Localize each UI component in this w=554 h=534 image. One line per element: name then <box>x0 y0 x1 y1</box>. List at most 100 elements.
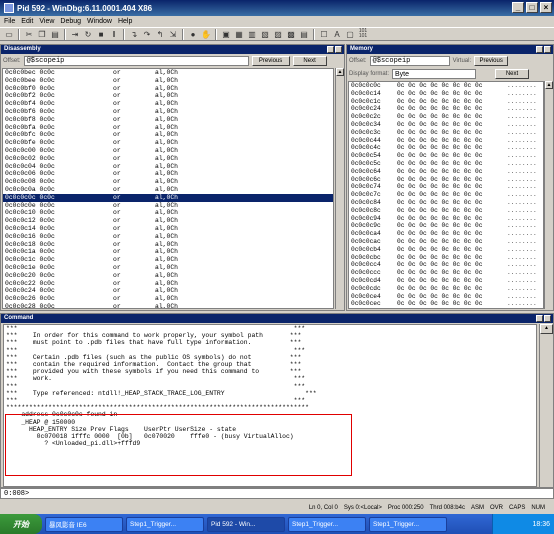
taskbar-item[interactable]: 暴风影音 IE6 <box>45 516 123 532</box>
menu-view[interactable]: View <box>39 18 54 25</box>
disassembly-row[interactable]: 0c0c0c22 0c0c or al,0Ch <box>3 280 333 288</box>
disassembly-row[interactable]: 0c0c0bf2 0c0c or al,0Ch <box>3 92 333 100</box>
disassembly-list[interactable]: 0c0c0bec 0c0c or al,0Ch 0c0c0bee 0c0c or al,0… <box>2 68 334 309</box>
restart-icon[interactable]: ↻ <box>82 29 94 40</box>
memory-row[interactable]: 0c0c0c54 0c 0c 0c 0c 0c 0c 0c 0c........ <box>349 152 543 160</box>
disassembly-row[interactable]: 0c0c0c18 0c0c or al,0Ch <box>3 241 333 249</box>
disassembly-row[interactable]: 0c0c0bf8 0c0c or al,0Ch <box>3 116 333 124</box>
copy-icon[interactable]: ❐ <box>36 29 48 40</box>
pane-close-button[interactable] <box>335 46 342 53</box>
disassembly-row[interactable]: 0c0c0c24 0c0c or al,0Ch <box>3 287 333 295</box>
disassembly-row[interactable]: 0c0c0c20 0c0c or al,0Ch <box>3 272 333 280</box>
disassembly-icon[interactable]: ▩ <box>285 29 297 40</box>
hand-icon[interactable]: ✋ <box>200 29 212 40</box>
memory-row[interactable]: 0c0c0cec 0c 0c 0c 0c 0c 0c 0c 0c........ <box>349 300 543 308</box>
disassembly-row[interactable]: 0c0c0c00 0c0c or al,0Ch <box>3 147 333 155</box>
disassembly-row[interactable]: 0c0c0c14 0c0c or al,0Ch <box>3 225 333 233</box>
command-scrollbar[interactable]: ▲ <box>539 324 553 487</box>
scroll-up-arrow-icon[interactable]: ▲ <box>540 324 553 334</box>
disassembly-row[interactable]: 0c0c0bf0 0c0c or al,0Ch <box>3 85 333 93</box>
disassembly-row[interactable]: 0c0c0c0a 0c0c or al,0Ch <box>3 186 333 194</box>
disassembly-row[interactable]: 0c0c0bfc 0c0c or al,0Ch <box>3 131 333 139</box>
disassembly-row[interactable]: 0c0c0bf6 0c0c or al,0Ch <box>3 108 333 116</box>
disassembly-row[interactable]: 0c0c0bee 0c0c or al,0Ch <box>3 77 333 85</box>
menu-debug[interactable]: Debug <box>60 18 81 25</box>
memory-row[interactable]: 0c0c0c24 0c 0c 0c 0c 0c 0c 0c 0c........ <box>349 105 543 113</box>
taskbar-item[interactable]: Step1_Trigger... <box>288 516 366 532</box>
memory-row[interactable]: 0c0c0c34 0c 0c 0c 0c 0c 0c 0c 0c........ <box>349 121 543 129</box>
scroll-up-arrow-icon[interactable]: ▲ <box>336 68 344 76</box>
memory-row[interactable]: 0c0c0cb4 0c 0c 0c 0c 0c 0c 0c 0c........ <box>349 246 543 254</box>
break-icon[interactable]: ‖ <box>108 29 120 40</box>
memory-row[interactable]: 0c0c0ccc 0c 0c 0c 0c 0c 0c 0c 0c........ <box>349 269 543 277</box>
step-out-icon[interactable]: ↰ <box>154 29 166 40</box>
disassembly-row[interactable]: 0c0c0c28 0c0c or al,0Ch <box>3 303 333 308</box>
next-button[interactable]: Next <box>292 55 327 66</box>
disassembly-offset-input[interactable]: @$scopeip <box>23 55 249 66</box>
pane-restore-button[interactable] <box>327 46 334 53</box>
disassembly-row-current[interactable]: 0c0c0c0c 0c0c or al,0Ch <box>3 193 333 202</box>
disassembly-row[interactable]: 0c0c0c02 0c0c or al,0Ch <box>3 155 333 163</box>
memory-row[interactable]: 0c0c0ca4 0c 0c 0c 0c 0c 0c 0c 0c........ <box>349 230 543 238</box>
disassembly-row[interactable]: 0c0c0c16 0c0c or al,0Ch <box>3 233 333 241</box>
disassembly-row[interactable]: 0c0c0c26 0c0c or al,0Ch <box>3 295 333 303</box>
memory-row[interactable]: 0c0c0c14 0c 0c 0c 0c 0c 0c 0c 0c........ <box>349 90 543 98</box>
disassembly-row[interactable]: 0c0c0c04 0c0c or al,0Ch <box>3 163 333 171</box>
breakpoint-icon[interactable]: ● <box>187 29 199 40</box>
disassembly-row[interactable]: 0c0c0c1a 0c0c or al,0Ch <box>3 248 333 256</box>
disassembly-row[interactable]: 0c0c0c12 0c0c or al,0Ch <box>3 217 333 225</box>
memory-row[interactable]: 0c0c0c0c 0c 0c 0c 0c 0c 0c 0c 0c........ <box>349 82 543 90</box>
memory-row[interactable]: 0c0c0c84 0c 0c 0c 0c 0c 0c 0c 0c........ <box>349 199 543 207</box>
memory-row[interactable]: 0c0c0c2c 0c 0c 0c 0c 0c 0c 0c 0c........ <box>349 113 543 121</box>
memory-row[interactable]: 0c0c0c74 0c 0c 0c 0c 0c 0c 0c 0c........ <box>349 183 543 191</box>
scratch-icon[interactable]: ▤ <box>298 29 310 40</box>
memory-scrollbar[interactable]: ▲ <box>544 81 553 309</box>
memory-row[interactable]: 0c0c0c7c 0c 0c 0c 0c 0c 0c 0c 0c........ <box>349 191 543 199</box>
memory-row[interactable]: 0c0c0c9c 0c 0c 0c 0c 0c 0c 0c 0c........ <box>349 222 543 230</box>
menu-edit[interactable]: Edit <box>21 18 33 25</box>
memory-row[interactable]: 0c0c0cf40c 0c 0c 0c 0c 0c 0c 0c........ <box>349 308 543 309</box>
registers-icon[interactable]: ▥ <box>246 29 258 40</box>
minimize-button[interactable]: _ <box>512 2 524 13</box>
memory-row[interactable]: 0c0c0c4c 0c 0c 0c 0c 0c 0c 0c 0c........ <box>349 144 543 152</box>
go-icon[interactable]: ⇥ <box>69 29 81 40</box>
memory-list[interactable]: 0c0c0c0c 0c 0c 0c 0c 0c 0c 0c 0c........ 0… <box>348 81 544 309</box>
memory-row[interactable]: 0c0c0cbc 0c 0c 0c 0c 0c 0c 0c 0c........ <box>349 254 543 262</box>
disassembly-row[interactable]: 0c0c0bf4 0c0c or al,0Ch <box>3 100 333 108</box>
disassembly-row[interactable]: 0c0c0c06 0c0c or al,0Ch <box>3 170 333 178</box>
disassembly-row[interactable]: 0c0c0c1e 0c0c or al,0Ch <box>3 264 333 272</box>
disassembly-row[interactable]: 0c0c0bfa 0c0c or al,0Ch <box>3 124 333 132</box>
start-button[interactable]: 开始 <box>0 514 42 534</box>
memory-row[interactable]: 0c0c0c8c 0c 0c 0c 0c 0c 0c 0c 0c........ <box>349 207 543 215</box>
memory-row[interactable]: 0c0c0c94 0c 0c 0c 0c 0c 0c 0c 0c........ <box>349 215 543 223</box>
disassembly-row[interactable]: 0c0c0bfe 0c0c or al,0Ch <box>3 139 333 147</box>
pane-close-button[interactable] <box>544 315 551 322</box>
options-icon[interactable]: ▢ <box>344 29 356 40</box>
close-button[interactable]: × <box>540 2 552 13</box>
display-format-select[interactable]: Byte <box>392 68 477 79</box>
step-into-icon[interactable]: ↴ <box>128 29 140 40</box>
hex-icon[interactable]: 101 101 <box>357 28 369 40</box>
memory-row[interactable]: 0c0c0c6c 0c 0c 0c 0c 0c 0c 0c 0c........ <box>349 176 543 184</box>
watch-icon[interactable]: ▣ <box>220 29 232 40</box>
taskbar-item[interactable]: Step1_Trigger... <box>126 516 204 532</box>
paste-icon[interactable]: ▤ <box>49 29 61 40</box>
callstack-icon[interactable]: ▨ <box>272 29 284 40</box>
memory-row[interactable]: 0c0c0c64 0c 0c 0c 0c 0c 0c 0c 0c........ <box>349 168 543 176</box>
font-icon[interactable]: A <box>331 29 343 40</box>
memory-row[interactable]: 0c0c0c3c 0c 0c 0c 0c 0c 0c 0c 0c........ <box>349 129 543 137</box>
memory-row[interactable]: 0c0c0cdc 0c 0c 0c 0c 0c 0c 0c 0c........ <box>349 285 543 293</box>
disassembly-row[interactable]: 0c0c0bec 0c0c or al,0Ch <box>3 69 333 77</box>
disassembly-row[interactable]: 0c0c0c1c 0c0c or al,0Ch <box>3 256 333 264</box>
memory-row[interactable]: 0c0c0c44 0c 0c 0c 0c 0c 0c 0c 0c........ <box>349 137 543 145</box>
memory-icon[interactable]: ▧ <box>259 29 271 40</box>
pane-close-button[interactable] <box>544 46 551 53</box>
memory-row[interactable]: 0c0c0c5c 0c 0c 0c 0c 0c 0c 0c 0c........ <box>349 160 543 168</box>
stop-icon[interactable]: ■ <box>95 29 107 40</box>
run-to-cursor-icon[interactable]: ⇲ <box>167 29 179 40</box>
step-over-icon[interactable]: ↷ <box>141 29 153 40</box>
memory-row[interactable]: 0c0c0c1c 0c 0c 0c 0c 0c 0c 0c 0c........ <box>349 98 543 106</box>
disassembly-row[interactable]: 0c0c0c10 0c0c or al,0Ch <box>3 209 333 217</box>
maximize-button[interactable]: □ <box>526 2 538 13</box>
memory-row[interactable]: 0c0c0cac 0c 0c 0c 0c 0c 0c 0c 0c........ <box>349 238 543 246</box>
